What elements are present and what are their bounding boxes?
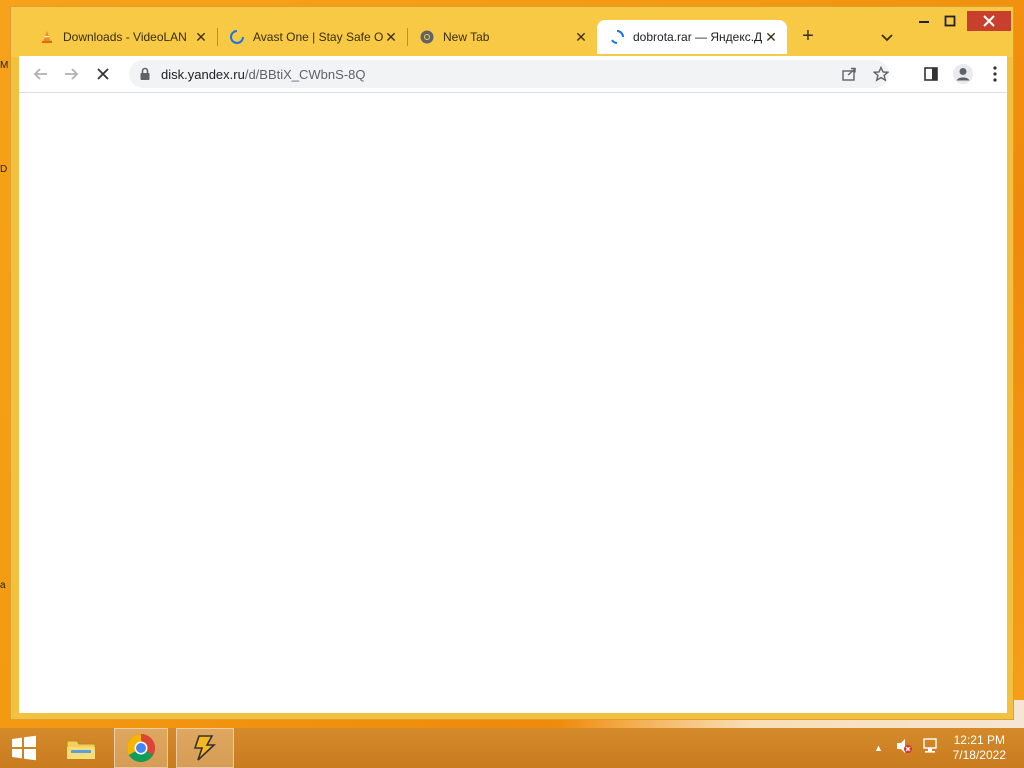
share-icon[interactable] [837,62,861,86]
taskbar: ▲ 12:21 PM 7/18/2022 [0,728,1024,768]
system-tray: ▲ [874,728,939,768]
page-content-blank [19,92,1007,713]
desktop-icon-label: M [0,60,9,71]
tab-yandex-disk[interactable]: dobrota.rar — Яндекс.Д ✕ [597,20,787,54]
clock-time: 12:21 PM [953,733,1005,747]
url-path: /d/BBtiX_CWbnS-8Q [244,67,366,82]
forward-arrow-icon[interactable] [59,62,83,86]
close-window-button[interactable] [967,11,1011,31]
taskbar-app-winamp-icon[interactable] [176,728,234,768]
back-arrow-icon[interactable] [29,62,53,86]
volume-muted-icon[interactable] [895,738,913,759]
clock-date: 7/18/2022 [952,748,1006,762]
tab-avast[interactable]: Avast One | Stay Safe O ✕ [217,20,408,54]
address-bar[interactable]: disk.yandex.ru/d/BBtiX_CWbnS-8Q [129,60,889,88]
close-tab-icon[interactable]: ✕ [383,29,399,45]
tab-videolan[interactable]: Downloads - VideoLAN ✕ [27,20,218,54]
vlc-cone-icon [39,29,55,45]
tab-title: Avast One | Stay Safe O [253,30,383,44]
tab-title: New Tab [443,30,490,44]
clock[interactable]: 12:21 PM 7/18/2022 [953,733,1006,763]
tab-new-tab[interactable]: New Tab ✕ [407,20,597,54]
new-tab-button[interactable]: + [797,26,819,48]
close-tab-icon[interactable]: ✕ [573,29,589,45]
more-menu-icon[interactable] [983,62,1007,86]
tab-title: Downloads - VideoLAN [63,30,187,44]
tray-chevron-icon[interactable]: ▲ [874,743,883,753]
tab-title: dobrota.rar — Яндекс.Д [633,30,763,44]
file-explorer-icon[interactable] [56,728,106,768]
desktop-icon-label: a [0,580,6,591]
tab-search-chevron-icon[interactable] [877,27,897,47]
url-host: disk.yandex.ru [161,67,245,82]
loading-spinner-icon [609,29,625,45]
lock-icon [139,67,153,81]
start-windows-icon[interactable] [0,728,48,768]
loading-spinner-icon [229,29,245,45]
browser-window: Downloads - VideoLAN ✕ Avast One | Stay … [10,6,1014,720]
taskbar-chrome-icon[interactable] [114,728,168,768]
tab-strip: Downloads - VideoLAN ✕ Avast One | Stay … [11,7,1013,57]
profile-avatar-icon[interactable] [951,62,975,86]
network-icon[interactable] [921,737,939,759]
side-panel-icon[interactable] [919,62,943,86]
chrome-icon [419,29,435,45]
bookmark-star-icon[interactable] [869,62,893,86]
maximize-button[interactable] [935,11,965,31]
desktop-icon-label: D [0,164,8,175]
close-tab-icon[interactable]: ✕ [193,29,209,45]
stop-loading-icon[interactable] [91,62,115,86]
close-tab-icon[interactable]: ✕ [763,29,779,45]
toolbar: disk.yandex.ru/d/BBtiX_CWbnS-8Q [19,56,1007,92]
url-text: disk.yandex.ru/d/BBtiX_CWbnS-8Q [161,67,365,82]
